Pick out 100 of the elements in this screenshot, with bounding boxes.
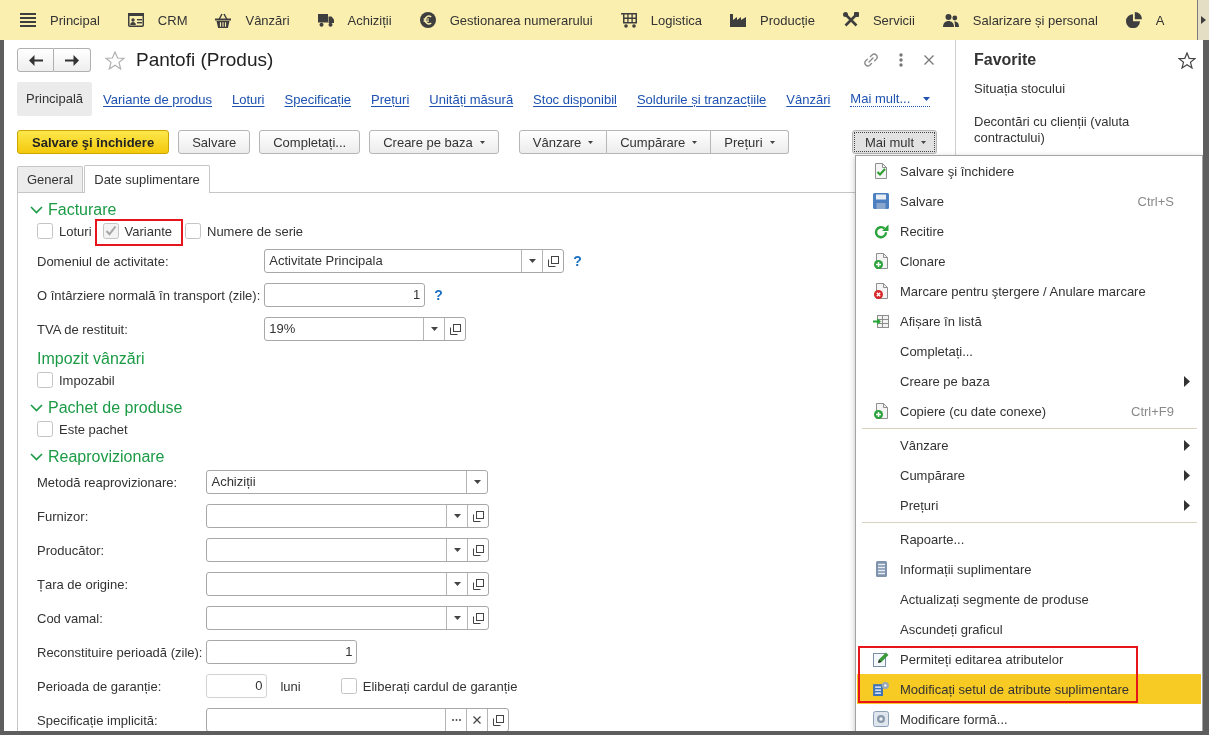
menu-item[interactable]: Informații suplimentare <box>857 554 1201 584</box>
menu-item[interactable]: Rapoarte... <box>857 524 1201 554</box>
menu-item[interactable]: Afișare în listă <box>857 306 1201 336</box>
window-icon <box>472 544 484 556</box>
help-link[interactable]: ? <box>573 253 582 269</box>
nav-link[interactable]: Soldurile și tranzacțiile <box>636 91 767 107</box>
module-link[interactable]: Salarizare și personal <box>942 12 1098 28</box>
section-title[interactable]: Pachet de produse <box>48 399 183 417</box>
more-icon[interactable] <box>899 53 903 67</box>
shortcut-label: Ctrl+S <box>1137 193 1174 209</box>
star-icon[interactable] <box>105 50 125 70</box>
nav-link[interactable]: Loturi <box>232 91 265 107</box>
module-link[interactable]: A <box>1125 12 1165 28</box>
module-link[interactable]: Producție <box>730 12 815 28</box>
dropdown-button[interactable]: Cumpărare <box>607 130 712 154</box>
module-link[interactable]: Servicii <box>842 12 915 28</box>
menu-item[interactable]: Actualizați segmente de produse <box>857 584 1201 614</box>
field-label: Perioada de garanție: <box>37 678 163 694</box>
cart-icon <box>620 12 637 28</box>
nav-link[interactable]: Specificație <box>284 91 351 107</box>
dropdown-button[interactable]: Vânzare <box>518 130 608 154</box>
checkbox[interactable] <box>37 421 53 437</box>
menu-item[interactable]: Permiteți editarea atributelor <box>857 644 1201 674</box>
tab[interactable]: General <box>17 166 84 192</box>
nav-link[interactable]: Unități măsură <box>429 91 514 107</box>
star-icon[interactable] <box>1178 51 1196 69</box>
button[interactable]: Completați... <box>259 130 361 154</box>
close-icon[interactable] <box>924 55 934 65</box>
section-title[interactable]: Facturare <box>48 201 117 219</box>
chevron-down-icon[interactable] <box>30 453 43 461</box>
caret-icon <box>528 259 536 263</box>
combo-field[interactable] <box>206 504 490 528</box>
select-field[interactable] <box>206 708 510 731</box>
field-label: TVA de restituit: <box>37 321 129 337</box>
number-field[interactable]: 1 <box>206 640 358 664</box>
module-link[interactable]: Gestionarea numerarului <box>419 12 593 28</box>
module-link[interactable]: CRM <box>127 12 188 28</box>
combo-field[interactable]: Activitate Principala <box>264 249 565 273</box>
menu-item[interactable]: Creare pe baza <box>857 366 1201 396</box>
list-icon <box>875 561 887 577</box>
shortcut-label: Ctrl+F9 <box>1131 403 1174 419</box>
checkbox-label: Eliberați cardul de garanție <box>362 678 518 694</box>
help-link[interactable]: ? <box>434 287 443 303</box>
forward-button[interactable] <box>54 48 91 72</box>
menu-item[interactable]: Clonare <box>857 246 1201 276</box>
checkbox[interactable] <box>185 223 201 239</box>
nav-link[interactable]: Stoc disponibil <box>533 91 617 107</box>
link-icon[interactable] <box>864 53 878 67</box>
checkbox[interactable] <box>340 678 357 694</box>
dropdown-button[interactable]: Creare pe baza <box>369 130 499 154</box>
combo-field[interactable]: 19% <box>264 317 467 341</box>
dropdown-button[interactable]: Prețuri <box>711 130 789 154</box>
number-field[interactable]: 0 <box>206 674 268 698</box>
save-close-button[interactable]: Salvare şi închidere <box>17 130 170 154</box>
menu-item[interactable]: Prețuri <box>857 490 1201 520</box>
chevron-down-icon[interactable] <box>30 206 43 214</box>
back-button[interactable] <box>17 48 54 72</box>
module-link[interactable]: Principal <box>20 12 100 28</box>
checkbox[interactable] <box>37 223 53 239</box>
menu-item[interactable]: Marcare pentru ştergere / Anulare marcare <box>857 276 1201 306</box>
menu-item[interactable]: Salvare şi închidere <box>857 156 1201 186</box>
module-link[interactable]: Achiziții <box>317 12 392 28</box>
dropdown-field[interactable]: Achiziții <box>206 470 489 494</box>
menu-item[interactable]: Vânzare <box>857 430 1201 460</box>
nav-link[interactable]: Principală <box>17 82 93 116</box>
menu-item[interactable]: Modificare formă... <box>857 704 1201 731</box>
field-label: Țara de origine: <box>37 576 130 592</box>
combo-field[interactable] <box>206 538 490 562</box>
menu-icon <box>20 13 36 27</box>
tab[interactable]: Date suplimentare <box>84 165 210 193</box>
checkbox[interactable] <box>37 372 53 388</box>
scroll-right-icon[interactable] <box>1201 16 1206 24</box>
number-field[interactable]: 1 <box>264 283 426 307</box>
combo-field[interactable] <box>206 606 490 630</box>
menu-item[interactable]: Cumpărare <box>857 460 1201 490</box>
more-link[interactable]: Mai mult... <box>850 91 931 107</box>
menu-item[interactable]: Ascundeți graficul <box>857 614 1201 644</box>
button[interactable]: Salvare <box>178 130 251 154</box>
section-title[interactable]: Reaprovizionare <box>48 448 165 466</box>
clear-icon <box>473 716 482 724</box>
basket-icon <box>215 12 232 28</box>
favorite-link[interactable]: Decontări cu clienții (valuta contractului) <box>974 114 1196 146</box>
nav-link[interactable]: Variante de produs <box>103 91 212 107</box>
menu-item[interactable]: Modificați setul de atribute suplimentare <box>857 674 1201 704</box>
module-link[interactable]: Vânzări <box>215 12 290 28</box>
menu-item[interactable]: Salvare Ctrl+S <box>857 186 1201 216</box>
dropdown-button[interactable]: Mai mult <box>851 130 937 154</box>
panel-title: Favorite <box>974 51 1037 69</box>
favorite-link[interactable]: Situația stocului <box>974 81 1196 97</box>
menu-item[interactable]: Completați... <box>857 336 1201 366</box>
combo-field[interactable] <box>206 572 490 596</box>
menu-item[interactable]: Copiere (cu date conexe) Ctrl+F9 <box>857 396 1201 426</box>
module-link[interactable]: Logistica <box>620 12 702 28</box>
menu-item[interactable]: Recitire <box>857 216 1201 246</box>
chevron-down-icon[interactable] <box>30 404 43 412</box>
nav-link[interactable]: Vânzări <box>786 91 831 107</box>
truck-icon <box>317 13 334 27</box>
euro-icon <box>419 12 436 28</box>
window-icon <box>449 323 461 335</box>
nav-link[interactable]: Prețuri <box>371 91 410 107</box>
